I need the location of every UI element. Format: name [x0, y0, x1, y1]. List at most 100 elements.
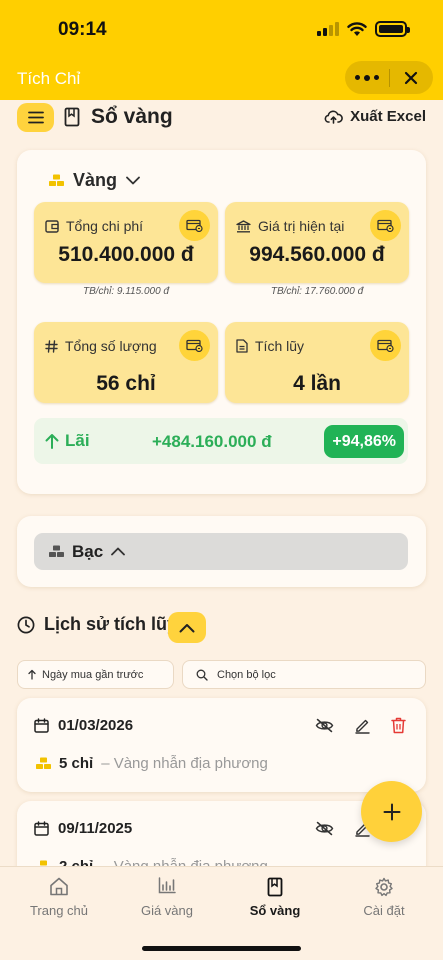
nav-item-gold-book[interactable]: Sổ vàng [220, 877, 330, 918]
gear-icon [375, 877, 393, 897]
convert-button[interactable] [179, 330, 210, 361]
close-icon [405, 71, 418, 84]
stat-label: Tích lũy [255, 338, 305, 354]
chevron-down-icon [126, 176, 140, 185]
silver-label: Bạc [72, 541, 104, 561]
arrow-up-icon [45, 434, 59, 449]
clock-icon [17, 616, 35, 633]
chevron-up-icon [179, 623, 195, 632]
eye-off-icon[interactable] [315, 718, 334, 733]
nav-label: Giá vàng [140, 903, 194, 918]
entry-date: 01/03/2026 [58, 717, 134, 734]
stat-label: Tổng số lượng [65, 338, 157, 354]
stat-value: 994.560.000 đ [249, 243, 385, 266]
trash-icon[interactable] [391, 717, 406, 734]
nav-label: Sổ vàng [249, 903, 301, 918]
entry-date-wrap: 09/11/2025 [34, 820, 132, 837]
cloud-upload-icon [324, 110, 343, 124]
menu-button[interactable] [17, 103, 54, 132]
nav-item-settings[interactable]: Cài đặt [329, 877, 439, 918]
export-label: Xuất Excel [350, 108, 426, 125]
history-title: Lịch sử tích lũy [44, 614, 178, 634]
page-title: Sổ vàng [91, 105, 173, 128]
stat-label: Giá trị hiện tại [258, 218, 345, 234]
calendar-icon [34, 718, 49, 733]
wifi-icon [347, 21, 367, 36]
status-icons [317, 21, 410, 37]
history-header: Lịch sử tích lũy [17, 614, 177, 635]
convert-button[interactable] [370, 330, 401, 361]
battery-icon [375, 21, 410, 37]
plus-icon [383, 803, 400, 820]
nav-item-home[interactable]: Trang chủ [4, 877, 114, 918]
home-icon [50, 877, 68, 896]
profit-label-wrap: Lãi [45, 431, 90, 451]
profit-row: Lãi +484.160.000 đ +94,86% [34, 418, 408, 464]
stat-total-quantity: Tổng số lượng 56 chỉ [34, 322, 218, 403]
export-excel-button[interactable]: Xuất Excel [324, 108, 426, 125]
gold-bars-icon [36, 757, 51, 769]
chart-icon [158, 877, 176, 894]
add-button[interactable] [361, 781, 422, 842]
entry-date: 09/11/2025 [58, 820, 133, 837]
stat-current-value-label-wrap: Giá trị hiện tại [236, 218, 344, 234]
book-icon [267, 877, 283, 897]
calendar-icon [34, 821, 49, 836]
convert-button[interactable] [179, 210, 210, 241]
nav-item-gold-price[interactable]: Giá vàng [112, 877, 222, 918]
wallet-icon [45, 219, 59, 233]
filter-input[interactable]: Chọn bộ lọc [182, 660, 426, 689]
stat-value: 56 chỉ [96, 372, 156, 395]
convert-button[interactable] [370, 210, 401, 241]
stat-total-quantity-label-wrap: Tổng số lượng [45, 338, 157, 354]
more-icon [354, 74, 379, 81]
more-button[interactable] [345, 61, 389, 94]
sort-button[interactable]: Ngày mua gần trước [17, 660, 174, 689]
book-icon [64, 107, 80, 127]
nav-label: Trang chủ [29, 903, 89, 918]
bank-icon [236, 219, 251, 232]
metal-label: Vàng [73, 170, 118, 190]
silver-bars-icon [49, 545, 64, 557]
stat-value: 510.400.000 đ [58, 243, 194, 266]
stat-current-value: Giá trị hiện tại 994.560.000 đ [225, 202, 409, 283]
history-collapse-button[interactable] [168, 612, 206, 643]
home-indicator [142, 946, 301, 951]
profit-label: Lãi [65, 431, 90, 450]
silver-summary-card: Bạc [17, 516, 426, 587]
stat-total-cost-sub: TB/chỉ: 9.115.000 đ [83, 286, 169, 297]
silver-toggle[interactable]: Bạc [34, 533, 408, 570]
edit-icon[interactable] [354, 717, 371, 734]
mini-program-capsule [345, 61, 433, 94]
eye-off-icon[interactable] [315, 821, 334, 836]
gold-bars-icon [49, 174, 64, 186]
stat-accumulations-label-wrap: Tích lũy [236, 338, 304, 354]
sort-label: Ngày mua gần trước [42, 668, 144, 681]
app-bar: 09:14 Tích Chỉ [0, 0, 443, 100]
app-title: Tích Chỉ [17, 69, 81, 88]
search-icon [196, 669, 208, 681]
gold-summary-card: Vàng Tổng chi phí 510.400.000 đ Giá trị … [17, 150, 426, 494]
metal-selector[interactable]: Vàng [49, 170, 140, 191]
stat-accumulations: Tích lũy 4 lần [225, 322, 409, 403]
entry-description: – Vàng nhẫn địa phương [101, 755, 268, 772]
hash-icon [45, 339, 58, 353]
profit-amount: +484.160.000 đ [152, 432, 272, 451]
arrow-up-icon [28, 669, 36, 680]
entry-date-wrap: 01/03/2026 [34, 717, 133, 734]
stat-value: 4 lần [293, 372, 341, 395]
signal-icon [317, 22, 339, 36]
document-icon [236, 339, 248, 353]
status-time: 09:14 [58, 19, 107, 40]
currency-convert-icon [377, 339, 394, 352]
currency-convert-icon [186, 219, 203, 232]
chevron-up-icon [111, 547, 126, 556]
close-button[interactable] [390, 61, 434, 94]
stat-label: Tổng chi phí [66, 218, 144, 234]
entry-amount: 5 chỉ [59, 755, 94, 772]
history-entry[interactable]: 01/03/2026 5 chỉ – Vàng nhẫn địa phương [17, 698, 426, 792]
currency-convert-icon [186, 339, 203, 352]
entry-detail: 5 chỉ – Vàng nhẫn địa phương [36, 755, 268, 772]
stat-total-cost: Tổng chi phí 510.400.000 đ [34, 202, 218, 283]
menu-icon [27, 111, 44, 124]
